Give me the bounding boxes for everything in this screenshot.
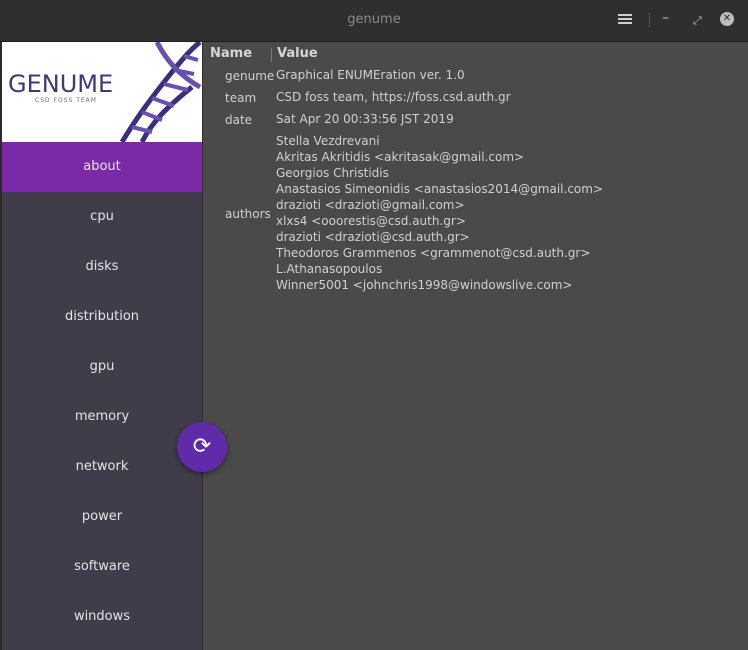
sidebar-item-network[interactable]: network: [2, 442, 202, 492]
sidebar-item-about[interactable]: about: [2, 142, 202, 192]
author-line: drazioti <drazioti@gmail.com>: [276, 198, 465, 212]
column-separator[interactable]: [271, 48, 272, 62]
sidebar-item-memory[interactable]: memory: [2, 392, 202, 442]
title-bar: genume – ⤢ ✕: [0, 0, 748, 42]
author-line: Anastasios Simeonidis <anastasios2014@gm…: [276, 182, 604, 196]
sidebar-item-distribution[interactable]: distribution: [2, 292, 202, 342]
window-title: genume: [347, 12, 401, 27]
author-line: Georgios Christidis: [276, 166, 389, 180]
genume-logo: GENUME CSD FOSS TEAM: [2, 42, 202, 142]
close-icon[interactable]: ✕: [720, 12, 734, 26]
row-value-date: Sat Apr 20 00:33:56 JST 2019: [276, 112, 454, 126]
column-header-name[interactable]: Name: [210, 46, 252, 61]
logo-text: GENUME: [8, 70, 114, 98]
author-line: Theodoros Grammenos <grammenot@csd.auth.…: [276, 246, 591, 260]
row-key-authors: authors: [225, 207, 271, 221]
sidebar: GENUME CSD FOSS TEAM about cpu disks dis…: [2, 42, 202, 650]
row-key-date: date: [225, 113, 253, 127]
sidebar-item-power[interactable]: power: [2, 492, 202, 542]
sidebar-item-windows[interactable]: windows: [2, 592, 202, 642]
author-line: Winner5001 <johnchris1998@windowslive.co…: [276, 278, 573, 292]
row-key-genume: genume: [225, 69, 275, 83]
author-line: L.Athanasopoulos: [276, 262, 383, 276]
sidebar-item-gpu[interactable]: gpu: [2, 342, 202, 392]
refresh-icon: ⟳: [192, 434, 212, 459]
restore-icon[interactable]: ⤢: [693, 13, 702, 29]
author-line: Stella Vezdrevani: [276, 134, 380, 148]
author-line: drazioti <drazioti@csd.auth.gr>: [276, 230, 470, 244]
sidebar-item-disks[interactable]: disks: [2, 242, 202, 292]
row-value-team: CSD foss team, https://foss.csd.auth.gr: [276, 90, 511, 104]
refresh-button[interactable]: ⟳: [177, 422, 227, 472]
hamburger-menu-icon[interactable]: [618, 12, 632, 26]
author-line: Akritas Akritidis <akritasak@gmail.com>: [276, 150, 525, 164]
logo-subtitle: CSD FOSS TEAM: [35, 97, 97, 104]
details-table: Name Value genume Graphical ENUMEration …: [202, 42, 748, 650]
row-key-team: team: [225, 91, 257, 105]
column-header-value[interactable]: Value: [277, 46, 318, 61]
minimize-icon[interactable]: –: [662, 10, 669, 26]
row-value-genume: Graphical ENUMEration ver. 1.0: [276, 68, 465, 82]
sidebar-item-software[interactable]: software: [2, 542, 202, 592]
titlebar-separator: [649, 13, 650, 27]
sidebar-item-cpu[interactable]: cpu: [2, 192, 202, 242]
author-line: xlxs4 <ooorestis@csd.auth.gr>: [276, 214, 466, 228]
